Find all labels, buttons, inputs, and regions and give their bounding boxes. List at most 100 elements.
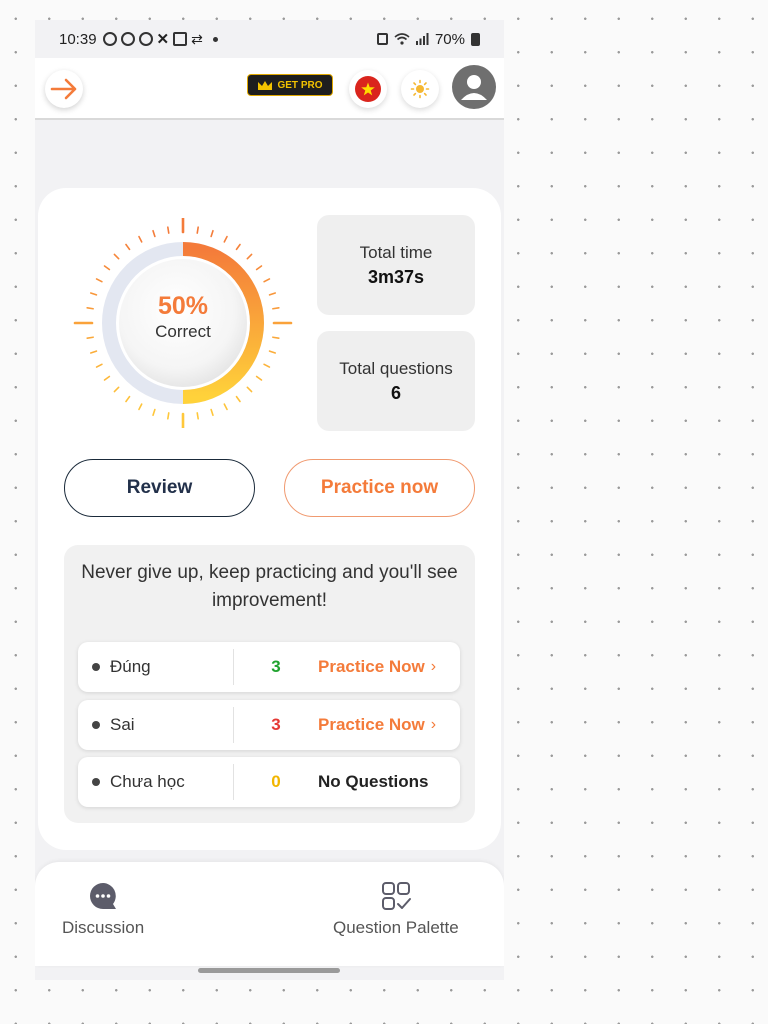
- bullet-dot: [92, 721, 100, 729]
- ring-tick: [152, 408, 156, 417]
- ring-tick: [103, 375, 111, 381]
- status-right: 70%: [376, 30, 480, 48]
- total-time-value: 3m37s: [367, 267, 425, 287]
- app-header: GET PRO: [35, 58, 504, 120]
- more-notifications-dot: [212, 36, 218, 42]
- bullet-dot: [92, 778, 100, 786]
- ring-tick: [235, 243, 241, 251]
- result-row-wrong[interactable]: Sai 3 Practice Now ›: [78, 700, 460, 750]
- row-count: 3: [271, 657, 281, 676]
- total-questions-label: Total questions: [339, 359, 453, 378]
- total-time-label: Total time: [359, 243, 433, 262]
- row-action-practice[interactable]: Practice Now ›: [318, 657, 436, 677]
- status-time: 10:39: [59, 30, 97, 48]
- phone-screen: 10:39 ✕ ⇄ 70% GET PRO 50% Correct Total …: [35, 20, 504, 980]
- ring-tick: [255, 265, 263, 271]
- ring-tick: [263, 278, 271, 283]
- result-card: 50% Correct Total time 3m37s Total quest…: [38, 188, 501, 850]
- signal-icon: [415, 33, 429, 45]
- ring-tick: [210, 229, 214, 238]
- bottom-nav: Discussion Question Palette: [35, 862, 504, 966]
- ring-tick: [167, 226, 170, 234]
- alarm-icon: [376, 33, 388, 45]
- notification-icons: ✕ ⇄: [102, 30, 218, 48]
- theme-toggle-button[interactable]: [401, 70, 439, 108]
- crown-icon: [258, 80, 273, 90]
- chevron-right-icon: ›: [430, 658, 437, 675]
- ring-tick: [95, 278, 103, 283]
- arrow-right-icon: [50, 78, 77, 100]
- review-button[interactable]: Review: [64, 459, 255, 517]
- battery-icon: [471, 32, 480, 46]
- ring-tick: [89, 350, 98, 354]
- ring-tick: [246, 253, 253, 260]
- bullet-dot: [92, 663, 100, 671]
- ring-tick: [152, 229, 156, 238]
- ring-tick: [113, 253, 120, 260]
- nav-question-palette[interactable]: Question Palette: [333, 880, 459, 938]
- practice-now-button[interactable]: Practice now: [284, 459, 475, 517]
- total-time-box: Total time 3m37s: [317, 215, 475, 315]
- vietnam-flag-icon: [355, 76, 381, 102]
- tip-text: Never give up, keep practicing and you'l…: [81, 562, 458, 611]
- wifi-icon: [394, 33, 410, 45]
- ring-tick: [235, 395, 241, 403]
- whatsapp-icon: [102, 32, 117, 46]
- chevron-right-icon: ›: [430, 716, 437, 733]
- row-count: 3: [271, 715, 281, 734]
- ring-tick: [196, 226, 199, 234]
- row-action-none: No Questions: [318, 772, 429, 791]
- ring-tick: [196, 412, 199, 420]
- get-pro-button[interactable]: GET PRO: [247, 74, 333, 96]
- messenger-icon: [120, 32, 135, 46]
- grid-check-icon: [381, 882, 411, 910]
- get-pro-label: GET PRO: [277, 79, 323, 91]
- tip-panel: Never give up, keep practicing and you'l…: [64, 545, 475, 823]
- threads-icon: [138, 32, 153, 46]
- row-name: Sai: [110, 715, 135, 734]
- home-indicator: [198, 968, 340, 973]
- score-label: Correct: [155, 322, 211, 341]
- ring-tick: [95, 363, 103, 368]
- total-questions-box: Total questions 6: [317, 331, 475, 431]
- result-row-unlearned: Chưa học 0 No Questions: [78, 757, 460, 807]
- nav-discussion-label: Discussion: [62, 918, 145, 937]
- score-percent: 50%: [157, 292, 209, 320]
- ring-tick: [125, 243, 131, 251]
- row-count: 0: [271, 772, 281, 791]
- total-questions-value: 6: [390, 383, 401, 403]
- sync-icon: ⇄: [191, 30, 203, 47]
- row-action-label: Practice Now: [318, 715, 425, 734]
- x-icon: ✕: [156, 31, 170, 48]
- ring-tick: [255, 375, 263, 381]
- ring-tick: [263, 363, 271, 368]
- nav-discussion[interactable]: Discussion: [62, 880, 144, 938]
- ring-tick: [223, 235, 228, 243]
- result-row-correct[interactable]: Đúng 3 Practice Now ›: [78, 642, 460, 692]
- ring-tick: [210, 408, 214, 417]
- forward-button[interactable]: [45, 70, 83, 108]
- ring-tick: [246, 386, 253, 393]
- row-name: Đúng: [110, 657, 151, 676]
- ring-tick: [103, 265, 111, 271]
- user-icon: [461, 75, 487, 100]
- row-action-practice[interactable]: Practice Now ›: [318, 715, 436, 735]
- user-avatar-button[interactable]: [452, 65, 496, 109]
- ring-tick: [268, 350, 277, 354]
- ring-tick: [138, 403, 143, 411]
- row-name: Chưa học: [110, 772, 185, 791]
- battery-percent: 70%: [434, 30, 465, 48]
- ring-tick: [223, 403, 228, 411]
- ring-tick: [113, 386, 120, 393]
- nav-question-palette-label: Question Palette: [333, 918, 459, 937]
- language-button[interactable]: [349, 70, 387, 108]
- ring-tick: [167, 412, 170, 420]
- row-action-label: Practice Now: [318, 657, 425, 676]
- status-bar: 10:39 ✕ ⇄ 70%: [35, 20, 504, 58]
- chat-bubble-icon: [90, 883, 117, 909]
- sun-icon: [410, 79, 430, 99]
- score-text: 50% Correct: [73, 292, 293, 342]
- ring-tick: [138, 235, 143, 243]
- ring-tick: [125, 395, 131, 403]
- notification-app-icon: [173, 32, 188, 46]
